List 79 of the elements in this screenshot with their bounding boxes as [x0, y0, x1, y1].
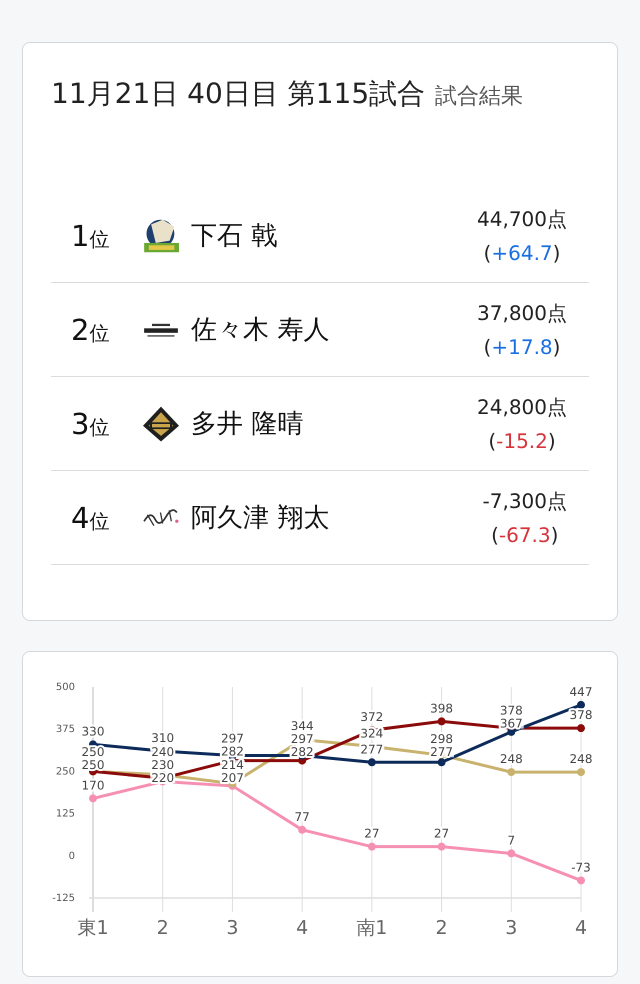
axis-label: 0: [68, 850, 75, 862]
axis-label: 125: [56, 808, 75, 820]
data-label: 250: [82, 758, 104, 772]
rank-label: 1位: [71, 218, 110, 252]
point: [577, 768, 585, 776]
point: [507, 768, 516, 776]
data-label: 447: [570, 684, 592, 699]
axis-label: 4: [574, 917, 588, 939]
player-name: 佐々木 寿人: [191, 314, 330, 347]
data-label: 378: [570, 708, 592, 722]
data-label: 398: [430, 701, 454, 716]
axis-label: 2: [156, 917, 169, 939]
axis-label: 3: [226, 917, 238, 939]
point-change: (+64.7): [482, 240, 562, 266]
data-label: 220: [151, 771, 174, 786]
data-label: 324: [360, 726, 384, 740]
data-label: 367: [500, 716, 523, 731]
axis-label: 4: [296, 917, 308, 939]
data-label: 207: [220, 771, 244, 786]
point: [438, 717, 446, 726]
axis-label: 2: [436, 917, 448, 939]
player-name: 多井 隆晴: [191, 408, 304, 441]
data-label: 282: [220, 744, 244, 759]
data-label: 372: [360, 710, 384, 724]
point: [438, 842, 446, 851]
data-label: 214: [220, 758, 244, 772]
player-name: 下石 戟: [191, 220, 278, 253]
data-label: 298: [430, 732, 454, 746]
point: [89, 794, 97, 802]
point: [368, 758, 376, 766]
axis-label: 500: [56, 682, 75, 693]
data-label: 77: [294, 810, 310, 824]
axis-label: 375: [56, 724, 75, 736]
data-label: 170: [82, 778, 104, 792]
axis-label: -125: [52, 893, 75, 904]
point: [577, 876, 585, 884]
data-label: -73: [571, 860, 591, 874]
data-label: 277: [360, 742, 384, 756]
point: [577, 700, 585, 709]
data-label: 310: [151, 731, 174, 746]
rank-label: 3位: [71, 406, 110, 440]
final-score: 44,700点: [477, 206, 567, 232]
data-label: 344: [290, 718, 314, 733]
match-title: 11月21日 40日目 第115試合: [51, 77, 426, 110]
data-label: 248: [500, 752, 523, 766]
axis-label: 東1: [77, 917, 109, 939]
data-label: 230: [151, 758, 174, 772]
data-label: 297: [220, 732, 244, 746]
final-score: -7,300点: [482, 488, 567, 514]
data-label: 330: [82, 724, 104, 738]
player-name: 阿久津 翔太: [191, 502, 330, 535]
axis-label: 3: [505, 917, 518, 939]
data-label: 27: [364, 826, 380, 841]
data-label: 248: [570, 752, 592, 766]
point: [438, 758, 446, 766]
point: [298, 826, 306, 834]
data-label: 297: [290, 732, 314, 746]
data-label: 7: [507, 833, 516, 848]
data-label: 282: [290, 744, 314, 759]
point: [507, 849, 516, 858]
match-subtitle: 試合結果: [435, 84, 524, 109]
axis-label: 南1: [356, 917, 388, 939]
axis-label: 250: [56, 766, 75, 778]
rank-label: 2位: [71, 312, 110, 346]
rank-label: 4位: [71, 500, 110, 534]
team-emblem-icon: [143, 406, 179, 442]
final-score: 24,800点: [477, 394, 567, 420]
point-change: (-67.3): [490, 522, 560, 548]
point-change: (+17.8): [482, 334, 562, 360]
data-label: 250: [82, 744, 104, 759]
team-emblem-icon: [143, 218, 179, 254]
point: [577, 724, 585, 732]
point-change: (-15.2): [487, 428, 557, 454]
data-label: 240: [151, 745, 174, 760]
final-score: 37,800点: [477, 300, 567, 326]
data-label: 277: [430, 745, 454, 760]
data-label: 378: [500, 704, 523, 718]
data-label: 27: [434, 826, 450, 841]
point: [368, 842, 376, 851]
